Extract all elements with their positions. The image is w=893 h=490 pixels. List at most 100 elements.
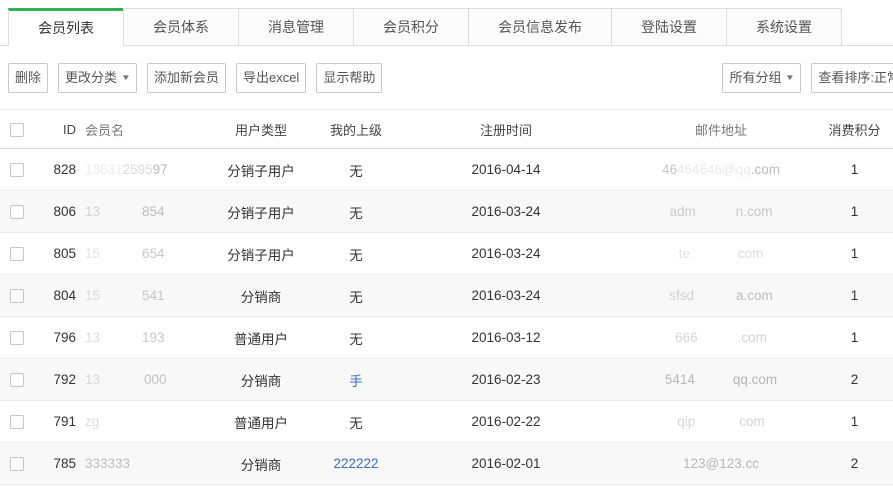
- tab-消息管理[interactable]: 消息管理: [238, 8, 354, 46]
- header-label: 注册时间: [480, 123, 532, 138]
- delete-button-label: 删除: [15, 64, 41, 92]
- cell-points: 1: [816, 288, 893, 303]
- cell-email: 5414qq.com: [626, 372, 816, 387]
- upline-text: 无: [349, 416, 363, 431]
- cell-upline: 222222: [326, 456, 386, 471]
- redacted-text-fragment: 2595: [123, 162, 153, 177]
- cell-register-date: 2016-03-24: [386, 288, 626, 303]
- table-row: 80613854分销子用户无2016-03-24admn.com1: [0, 191, 893, 233]
- header-user-type: 用户类型: [196, 120, 326, 139]
- redacted-text-fragment: 123@123.cc: [683, 456, 759, 471]
- redacted-text-fragment: 46: [662, 162, 677, 177]
- table-row: 79613193普通用户无2016-03-12666.com1: [0, 317, 893, 359]
- table-row: 82813631259597分销子用户无2016-04-1446464646@q…: [0, 149, 893, 191]
- cell-email: 123@123.cc: [626, 456, 816, 471]
- cell-upline: 无: [326, 328, 386, 348]
- upline-link[interactable]: 手: [349, 374, 363, 389]
- show-help-button[interactable]: 显示帮助: [316, 63, 382, 93]
- row-checkbox[interactable]: [10, 289, 24, 303]
- tab-会员列表[interactable]: 会员列表: [8, 8, 124, 46]
- redacted-text-fragment: 97: [153, 162, 168, 177]
- header-upline: 我的上级: [326, 120, 386, 139]
- cell-register-date: 2016-02-01: [386, 456, 626, 471]
- cell-points: 1: [816, 162, 893, 177]
- redacted-text-fragment: .com: [738, 330, 767, 345]
- cell-checkbox: [0, 330, 36, 345]
- header-member-name: 会员名: [76, 120, 196, 139]
- tab-会员积分[interactable]: 会员积分: [353, 8, 469, 46]
- cell-member-name: 13854: [76, 204, 196, 219]
- upline-text: 无: [349, 248, 363, 263]
- header-register-date: 注册时间: [386, 120, 626, 139]
- header-label: 我的上级: [330, 123, 382, 138]
- cell-user-type: 分销商: [196, 286, 326, 306]
- header-label: ID: [63, 122, 76, 137]
- cell-register-date: 2016-03-12: [386, 330, 626, 345]
- cell-member-name: 13631259597: [76, 162, 196, 177]
- cell-upline: 无: [326, 286, 386, 306]
- redacted-text-fragment: 000: [144, 372, 167, 387]
- toolbar-left: 删除更改分类▼ 添加新会员导出excel 显示帮助: [8, 63, 382, 93]
- upline-link[interactable]: 222222: [333, 456, 378, 471]
- row-checkbox[interactable]: [10, 415, 24, 429]
- row-checkbox[interactable]: [10, 205, 24, 219]
- redacted-text-fragment: zg: [85, 414, 99, 429]
- change-category-button[interactable]: 更改分类▼: [58, 63, 137, 93]
- cell-checkbox: [0, 372, 36, 387]
- redacted-text-fragment: .com: [751, 162, 780, 177]
- row-checkbox[interactable]: [10, 163, 24, 177]
- cell-user-type: 分销子用户: [196, 160, 326, 180]
- cell-upline: 无: [326, 160, 386, 180]
- redacted-text-fragment: adm: [669, 204, 695, 219]
- delete-button[interactable]: 删除: [8, 63, 48, 93]
- tab-会员体系[interactable]: 会员体系: [123, 8, 239, 46]
- export-excel-button[interactable]: 导出excel: [236, 63, 306, 93]
- cell-checkbox: [0, 162, 36, 177]
- table-row: 80415541分销商无2016-03-24sfsda.com1: [0, 275, 893, 317]
- tab-登陆设置[interactable]: 登陆设置: [611, 8, 727, 46]
- all-groups-dropdown[interactable]: 所有分组▼: [722, 63, 801, 93]
- redacted-text-fragment: 541: [142, 288, 165, 303]
- cell-user-type: 分销子用户: [196, 202, 326, 222]
- redacted-text-fragment: 15: [85, 246, 100, 261]
- row-checkbox[interactable]: [10, 247, 24, 261]
- redacted-text-fragment: com: [739, 414, 765, 429]
- redacted-text-fragment: 854: [142, 204, 165, 219]
- upline-text: 无: [349, 290, 363, 305]
- redacted-text-fragment: 13631: [85, 162, 123, 177]
- tab-系统设置[interactable]: 系统设置: [726, 8, 842, 46]
- cell-user-type: 分销子用户: [196, 244, 326, 264]
- redacted-text-fragment: qip: [677, 414, 695, 429]
- cell-points: 2: [816, 456, 893, 471]
- toolbar-right: 所有分组▼ 查看排序:正常排序: [722, 63, 893, 93]
- select-all-checkbox[interactable]: [10, 123, 24, 137]
- redacted-text-fragment: 5414: [665, 372, 695, 387]
- redacted-text-fragment: 13: [85, 372, 100, 387]
- tab-bar: 会员列表会员体系消息管理会员积分会员信息发布登陆设置系统设置: [0, 0, 893, 46]
- row-checkbox[interactable]: [10, 457, 24, 471]
- cell-user-type: 分销商: [196, 370, 326, 390]
- cell-id: 791: [36, 414, 76, 429]
- redacted-text-fragment: 15: [85, 288, 100, 303]
- cell-upline: 无: [326, 412, 386, 432]
- row-checkbox[interactable]: [10, 373, 24, 387]
- cell-email: 666.com: [626, 330, 816, 345]
- redacted-text-fragment: sfsd: [669, 288, 694, 303]
- header-label: 会员名: [85, 123, 124, 138]
- cell-checkbox: [0, 246, 36, 261]
- redacted-text-fragment: 464646@qq: [677, 162, 751, 177]
- cell-user-type: 分销商: [196, 454, 326, 474]
- cell-user-type: 普通用户: [196, 412, 326, 432]
- redacted-text-fragment: n.com: [736, 204, 773, 219]
- redacted-text-fragment: a.com: [736, 288, 773, 303]
- header-label: 邮件地址: [695, 123, 747, 138]
- row-checkbox[interactable]: [10, 331, 24, 345]
- add-member-button-label: 添加新会员: [154, 64, 219, 92]
- tab-会员信息发布[interactable]: 会员信息发布: [468, 8, 612, 46]
- add-member-button[interactable]: 添加新会员: [147, 63, 226, 93]
- cell-id: 785: [36, 456, 76, 471]
- cell-checkbox: [0, 288, 36, 303]
- header-email: 邮件地址: [626, 120, 816, 139]
- sort-order-dropdown[interactable]: 查看排序:正常排序: [811, 63, 893, 93]
- redacted-text-fragment: com: [738, 246, 764, 261]
